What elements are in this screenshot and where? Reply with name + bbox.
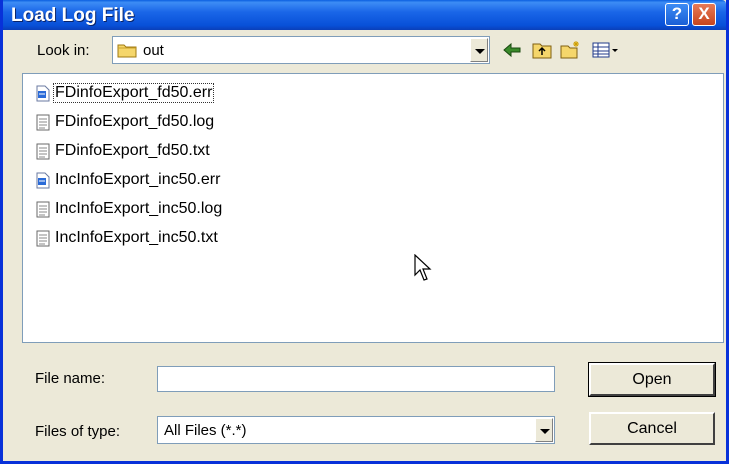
- file-name-text: FDinfoExport_fd50.err: [52, 83, 215, 103]
- up-folder-icon[interactable]: [531, 40, 553, 60]
- look-in-dropdown[interactable]: out: [112, 36, 490, 64]
- err-file-icon: [36, 172, 50, 188]
- file-name-text: IncInfoExport_inc50.err: [55, 171, 221, 188]
- file-type-value: All Files (*.*): [164, 422, 247, 439]
- err-file-icon: [36, 85, 50, 101]
- file-name-text: IncInfoExport_inc50.log: [55, 200, 223, 217]
- look-in-value: out: [143, 42, 164, 59]
- file-list-item[interactable]: FDinfoExport_fd50.err: [36, 82, 215, 104]
- window-title: Load Log File: [11, 5, 135, 26]
- file-type-dropdown[interactable]: All Files (*.*): [157, 416, 555, 444]
- new-folder-icon[interactable]: [559, 40, 581, 60]
- file-name-input[interactable]: [157, 366, 555, 392]
- folder-icon: [117, 44, 137, 58]
- file-name-text: FDinfoExport_fd50.txt: [55, 142, 210, 159]
- close-button[interactable]: X: [692, 3, 716, 26]
- file-list[interactable]: FDinfoExport_fd50.err FDinfoExport_fd50.l…: [22, 73, 724, 343]
- title-bar[interactable]: Load Log File ? X: [3, 0, 726, 30]
- load-log-file-dialog: Load Log File ? X Look in: out FDinfoExp…: [0, 0, 729, 464]
- close-icon: X: [698, 4, 710, 23]
- file-name-text: FDinfoExport_fd50.log: [55, 113, 215, 130]
- file-list-item[interactable]: IncInfoExport_inc50.err: [36, 169, 221, 191]
- file-name-text: IncInfoExport_inc50.txt: [55, 229, 218, 246]
- file-list-item[interactable]: FDinfoExport_fd50.log: [36, 111, 215, 133]
- look-in-label: Look in:: [37, 42, 90, 59]
- chevron-down-icon[interactable]: [470, 38, 488, 62]
- back-arrow-icon[interactable]: [501, 40, 523, 60]
- cancel-button[interactable]: Cancel: [589, 412, 715, 445]
- file-list-item[interactable]: IncInfoExport_inc50.txt: [36, 227, 219, 249]
- open-button[interactable]: Open: [588, 362, 716, 397]
- file-type-label: Files of type:: [35, 423, 121, 440]
- file-name-label: File name:: [35, 370, 106, 387]
- view-menu-icon[interactable]: [591, 40, 621, 60]
- text-file-icon: [36, 201, 50, 217]
- file-list-item[interactable]: IncInfoExport_inc50.log: [36, 198, 223, 220]
- help-icon: ?: [671, 4, 683, 23]
- file-list-item[interactable]: FDinfoExport_fd50.txt: [36, 140, 211, 162]
- text-file-icon: [36, 114, 50, 130]
- chevron-down-icon[interactable]: [535, 418, 553, 442]
- text-file-icon: [36, 143, 50, 159]
- text-file-icon: [36, 230, 50, 246]
- help-button[interactable]: ?: [665, 3, 689, 26]
- mouse-cursor-icon: [414, 254, 432, 281]
